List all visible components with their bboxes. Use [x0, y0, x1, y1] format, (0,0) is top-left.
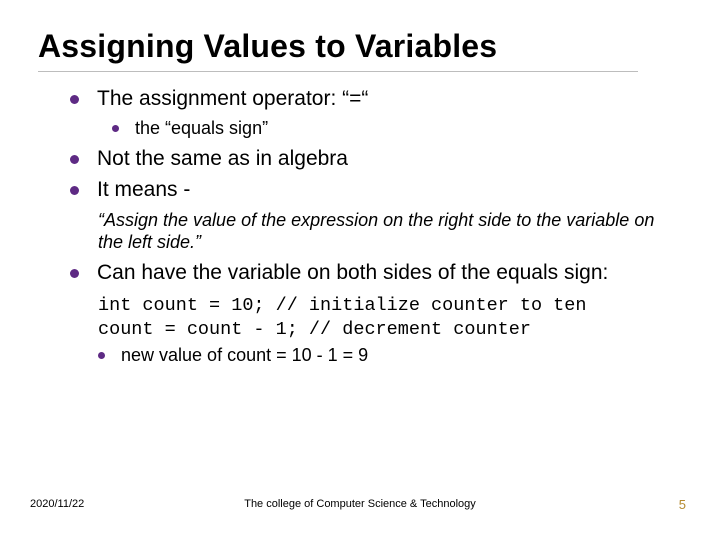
- bullet-icon: [70, 95, 79, 104]
- slide-title: Assigning Values to Variables: [38, 28, 720, 65]
- code-line: count = count - 1; // decrement counter: [98, 319, 531, 340]
- bullet-text: Can have the variable on both sides of t…: [97, 260, 608, 287]
- bullet-icon: [70, 155, 79, 164]
- bullet-item: The assignment operator: “=“: [70, 86, 690, 113]
- sub-bullet-item: new value of count = 10 - 1 = 9: [98, 344, 690, 367]
- footer-date: 2020/11/22: [30, 498, 84, 510]
- footer-center: The college of Computer Science & Techno…: [0, 498, 720, 510]
- bullet-icon: [70, 269, 79, 278]
- bullet-item: Can have the variable on both sides of t…: [70, 260, 690, 287]
- code-line: int count = 10; // initialize counter to…: [98, 295, 586, 316]
- quote-text: “Assign the value of the expression on t…: [70, 208, 690, 260]
- sub-bullet-text: new value of count = 10 - 1 = 9: [121, 344, 368, 367]
- bullet-icon: [70, 186, 79, 195]
- bullet-item: It means -: [70, 177, 690, 204]
- bullet-icon: [112, 125, 119, 132]
- footer-page-number: 5: [679, 497, 686, 512]
- code-block: int count = 10; // initialize counter to…: [70, 290, 690, 343]
- bullet-text: It means -: [97, 177, 190, 204]
- bullet-icon: [98, 352, 105, 359]
- bullet-text: Not the same as in algebra: [97, 146, 348, 173]
- bullet-text: The assignment operator: “=“: [97, 86, 368, 113]
- slide-content: The assignment operator: “=“ the “equals…: [0, 72, 720, 367]
- bullet-item: Not the same as in algebra: [70, 146, 690, 173]
- slide-footer: 2020/11/22 The college of Computer Scien…: [0, 498, 720, 510]
- sub-bullet-item: the “equals sign”: [112, 117, 690, 140]
- sub-bullet-text: the “equals sign”: [135, 117, 268, 140]
